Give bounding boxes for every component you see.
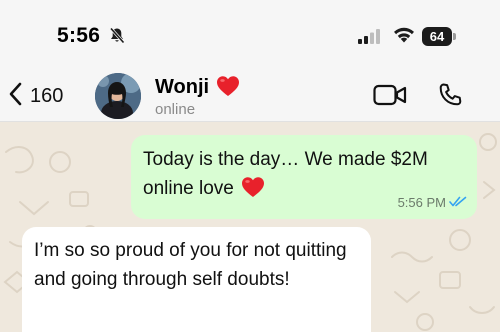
back-button[interactable]: 160 [8, 80, 63, 112]
avatar[interactable] [95, 73, 141, 119]
status-bar: 5:56 64 [0, 0, 500, 70]
incoming-message[interactable]: I’m so so proud of you for not quitting … [22, 227, 371, 332]
contact-status: online [155, 101, 196, 118]
chat-background: Today is the day… We made $2M online lov… [0, 122, 500, 332]
outgoing-message[interactable]: Today is the day… We made $2M online lov… [131, 135, 477, 219]
read-receipt-icon [449, 195, 467, 210]
battery-level: 64 [422, 27, 452, 46]
message-time: 5:56 PM [397, 195, 446, 210]
message-meta: 5:56 PM [398, 195, 467, 210]
wifi-icon [393, 26, 415, 48]
bell-off-icon [109, 27, 125, 49]
contact-name[interactable]: Wonji [155, 76, 209, 99]
battery-cap [453, 33, 456, 40]
video-call-icon[interactable] [373, 84, 407, 111]
chat-header: 160 Wonji online [0, 70, 500, 122]
heart-emoji [216, 75, 240, 102]
phone-call-icon[interactable] [437, 82, 463, 113]
outgoing-message-text: Today is the day… We made $2M online lov… [143, 149, 428, 199]
signal-icon [358, 29, 382, 49]
heart-emoji [241, 176, 265, 207]
unread-count: 160 [30, 84, 64, 107]
battery-icon: 64 [422, 27, 456, 46]
status-time: 5:56 [57, 24, 101, 47]
chevron-left-icon [8, 82, 22, 111]
incoming-message-text: I’m so so proud of you for not quitting … [34, 240, 347, 290]
